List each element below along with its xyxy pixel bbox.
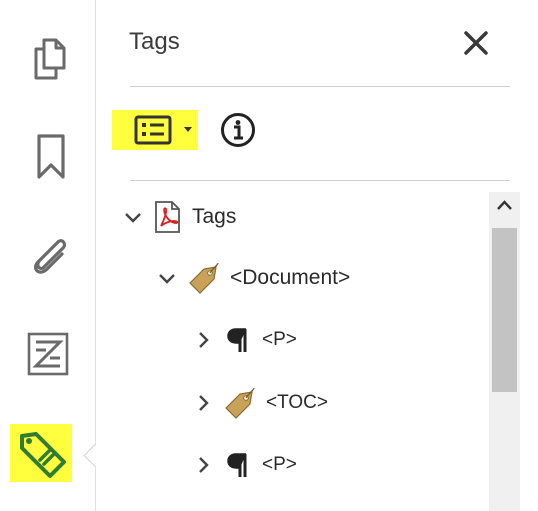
tree-item-p[interactable]: <P> xyxy=(192,320,297,360)
tags-tree: Tags <Document> <P> <TOC> <P> xyxy=(96,190,488,511)
bookmarks-button[interactable] xyxy=(34,133,68,181)
chevron-right-icon[interactable] xyxy=(192,454,214,476)
navigation-rail xyxy=(0,0,96,511)
layers-icon xyxy=(27,332,69,376)
chevron-right-icon[interactable] xyxy=(192,392,214,414)
chevron-right-icon[interactable] xyxy=(192,329,214,351)
bookmark-icon xyxy=(37,134,65,179)
info-button[interactable] xyxy=(220,112,256,148)
chevron-down-icon[interactable] xyxy=(156,267,178,289)
attachment-icon xyxy=(34,239,67,274)
chevron-down-icon[interactable] xyxy=(122,206,144,228)
close-icon xyxy=(464,31,488,55)
scroll-up-button[interactable] xyxy=(489,192,520,220)
pdf-icon xyxy=(155,201,180,233)
tags-panel: Tags Tags <Document> <P> <TOC> <P> xyxy=(96,0,538,511)
panel-title: Tags xyxy=(129,28,180,55)
vertical-scrollbar[interactable] xyxy=(489,192,520,511)
tree-item-label: <P> xyxy=(262,329,297,350)
paragraph-icon xyxy=(227,328,247,352)
pages-button[interactable] xyxy=(30,36,70,80)
tree-item-label: <P> xyxy=(262,454,297,475)
tag-icon xyxy=(189,262,219,294)
info-icon xyxy=(221,113,255,147)
tag-icon xyxy=(225,387,255,419)
tree-item-p[interactable]: <P> xyxy=(192,445,297,485)
tree-item-toc[interactable]: <TOC> xyxy=(192,383,328,423)
tree-item-document[interactable]: <Document> xyxy=(156,258,350,298)
chevron-up-icon xyxy=(497,200,512,210)
layers-button[interactable] xyxy=(26,330,70,378)
options-menu-button[interactable] xyxy=(112,110,198,150)
tree-item-label: <Document> xyxy=(230,266,351,289)
pages-icon xyxy=(34,38,66,80)
tags-button[interactable] xyxy=(10,424,72,482)
scroll-thumb[interactable] xyxy=(492,228,517,392)
paragraph-icon xyxy=(227,453,247,477)
attachments-button[interactable] xyxy=(24,230,74,280)
tag-icon xyxy=(20,432,66,478)
toolbar-separator xyxy=(130,180,510,181)
close-button[interactable] xyxy=(461,28,491,58)
options-menu-icon xyxy=(134,115,192,145)
header-separator xyxy=(130,86,510,87)
tree-item-root[interactable]: Tags xyxy=(122,197,236,237)
tree-item-label: Tags xyxy=(192,205,237,228)
tree-item-label: <TOC> xyxy=(266,392,328,413)
